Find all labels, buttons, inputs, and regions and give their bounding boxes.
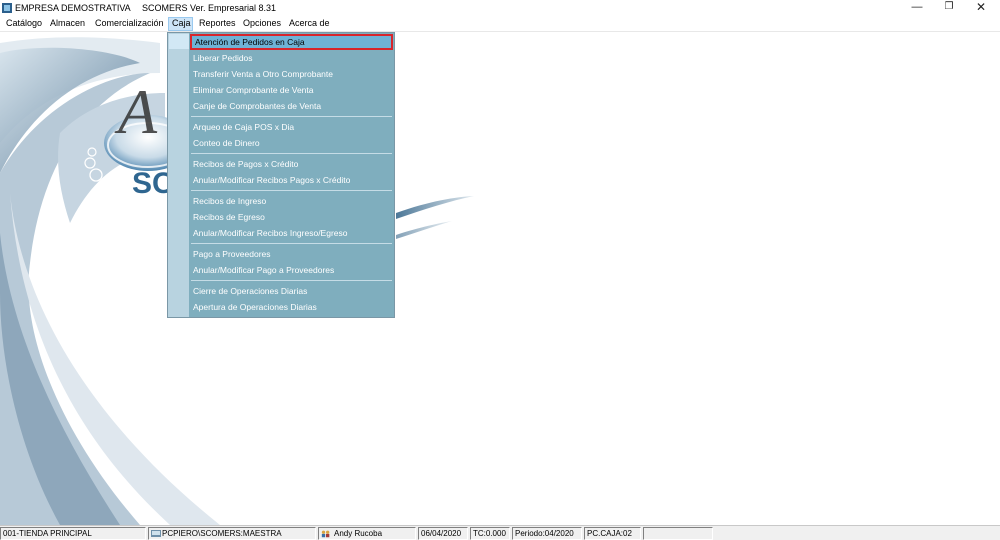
menu-hover-indicator xyxy=(169,34,190,49)
minimize-button[interactable]: — xyxy=(902,0,932,16)
status-database-text: PCPIERO\SCOMERS:MAESTRA xyxy=(162,529,282,538)
maximize-button[interactable]: ❐ xyxy=(934,0,964,16)
status-pc: PC.CAJA:02 xyxy=(584,527,641,540)
status-exchange-rate: TC:0.000 xyxy=(470,527,510,540)
menu-item-recibos-pagos-credito[interactable]: Recibos de Pagos x Crédito xyxy=(193,156,298,172)
status-store: 001-TIENDA PRINCIPAL xyxy=(0,527,146,540)
menu-item-liberar-pedidos[interactable]: Liberar Pedidos xyxy=(193,50,253,66)
menu-item-anular-recibos-pagos-credito[interactable]: Anular/Modificar Recibos Pagos x Crédito xyxy=(193,172,350,188)
menu-item-arqueo-caja[interactable]: Arqueo de Caja POS x Dia xyxy=(193,119,294,135)
status-database: PCPIERO\SCOMERS:MAESTRA xyxy=(148,527,316,540)
menu-item-anular-recibos-ingreso-egreso[interactable]: Anular/Modificar Recibos Ingreso/Egreso xyxy=(193,225,348,241)
company-name: EMPRESA DEMOSTRATIVA xyxy=(15,3,131,13)
menu-almacen[interactable]: Almacen xyxy=(47,17,88,31)
menu-item-atencion-pedidos-caja[interactable]: Atención de Pedidos en Caja xyxy=(190,34,393,50)
menu-item-recibos-ingreso[interactable]: Recibos de Ingreso xyxy=(193,193,266,209)
status-date: 06/04/2020 xyxy=(418,527,468,540)
workspace: A SCO xyxy=(0,33,1000,525)
menu-separator xyxy=(191,243,392,244)
menu-bar: Catálogo Almacen Comercialización Caja R… xyxy=(0,16,1000,32)
title-bar: EMPRESA DEMOSTRATIVA SCOMERS Ver. Empres… xyxy=(0,0,1000,16)
menu-item-transferir-venta[interactable]: Transferir Venta a Otro Comprobante xyxy=(193,66,333,82)
status-user-text: Andy Rucoba xyxy=(334,529,383,538)
menu-item-eliminar-comprobante[interactable]: Eliminar Comprobante de Venta xyxy=(193,82,314,98)
menu-separator xyxy=(191,153,392,154)
menu-comercializacion[interactable]: Comercialización xyxy=(92,17,167,31)
database-icon xyxy=(151,530,161,537)
menu-item-canje-comprobantes[interactable]: Canje de Comprobantes de Venta xyxy=(193,98,321,114)
menu-catalogo[interactable]: Catálogo xyxy=(3,17,45,31)
menu-icon-column xyxy=(168,33,189,317)
menu-item-anular-pago-proveedores[interactable]: Anular/Modificar Pago a Proveedores xyxy=(193,262,334,278)
menu-item-apertura-operaciones[interactable]: Apertura de Operaciones Diarias xyxy=(193,299,317,315)
menu-separator xyxy=(191,116,392,117)
logo-letter: A xyxy=(114,76,158,147)
status-period: Periodo:04/2020 xyxy=(512,527,582,540)
menu-separator xyxy=(191,280,392,281)
menu-item-recibos-egreso[interactable]: Recibos de Egreso xyxy=(193,209,265,225)
menu-acerca-de[interactable]: Acerca de xyxy=(286,17,333,31)
status-extra xyxy=(643,527,713,540)
menu-separator xyxy=(191,190,392,191)
close-button[interactable]: ✕ xyxy=(966,0,996,16)
window-title: SCOMERS Ver. Empresarial 8.31 xyxy=(142,3,277,13)
status-user: Andy Rucoba xyxy=(318,527,416,540)
menu-opciones[interactable]: Opciones xyxy=(240,17,284,31)
menu-reportes[interactable]: Reportes xyxy=(196,17,239,31)
menu-item-conteo-dinero[interactable]: Conteo de Dinero xyxy=(193,135,260,151)
users-icon xyxy=(321,530,330,538)
menu-caja[interactable]: Caja xyxy=(168,17,193,31)
app-icon xyxy=(2,3,12,13)
menu-item-pago-proveedores[interactable]: Pago a Proveedores xyxy=(193,246,271,262)
caja-dropdown-menu: Atención de Pedidos en Caja Liberar Pedi… xyxy=(167,32,395,318)
status-bar: 001-TIENDA PRINCIPAL PCPIERO\SCOMERS:MAE… xyxy=(0,525,1000,540)
menu-item-cierre-operaciones[interactable]: Cierre de Operaciones Diarias xyxy=(193,283,307,299)
